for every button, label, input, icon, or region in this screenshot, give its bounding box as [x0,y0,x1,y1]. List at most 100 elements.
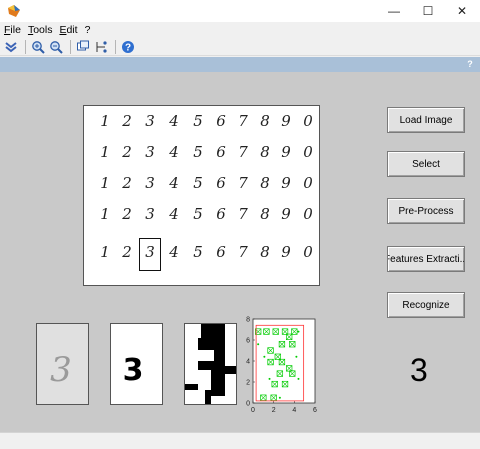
features-plot: 0 2 4 6 0 2 4 6 8 [240,314,322,432]
recognize-button[interactable]: Recognize [387,292,465,318]
digit-glyph: 3 [145,112,155,130]
svg-text:?: ? [125,42,131,53]
data-cursor-icon[interactable] [93,39,109,55]
digit-glyph: 2 [122,143,132,161]
digit-glyph: 1 [100,174,110,192]
digit-glyph: 6 [216,243,226,261]
digit-glyph: 5 [193,112,203,130]
digit-glyph: 1 [100,243,110,261]
binary-digit: 3 [123,353,144,388]
digit-glyph: 4 [169,174,179,192]
digit-glyph: 4 [169,112,179,130]
digit-glyph: 1 [100,112,110,130]
digit-glyph: 0 [303,243,313,261]
features-extraction-button[interactable]: Features Extracti... [387,246,465,272]
select-button[interactable]: Select [387,151,465,177]
zoom-in-icon[interactable] [30,39,46,55]
pixelated-digit-preview [184,323,237,405]
digit-image-panel[interactable]: 1 2 3 4 5 6 7 8 9 0 1 2 3 4 5 6 7 8 9 0 … [83,105,320,286]
help-strip: ? [0,57,480,72]
digit-glyph: 3 [145,174,155,192]
digit-glyph: 0 [303,143,313,161]
link-plot-icon[interactable] [75,39,91,55]
menu-help[interactable]: ? [85,22,91,38]
y-tick-label: 4 [246,359,250,366]
y-tick-label: 2 [246,380,250,387]
digit-glyph: 1 [100,143,110,161]
digit-glyph: 5 [193,143,203,161]
digit-glyph: 8 [260,112,270,130]
help-strip-question[interactable]: ? [465,59,475,69]
minimize-button[interactable]: — [377,0,411,22]
y-tick-label: 8 [246,317,250,324]
toolbar-separator [70,39,71,54]
digit-row: 1 2 3 4 5 6 7 8 9 0 [92,243,313,267]
toolbar-separator [115,39,116,54]
digit-glyph: 7 [238,243,248,261]
digit-glyph: 9 [281,205,291,223]
digit-glyph: 9 [281,112,291,130]
digit-glyph: 7 [238,143,248,161]
toolbar-separator [25,39,26,54]
digit-glyph: 7 [238,174,248,192]
digit-glyph: 6 [216,174,226,192]
help-icon[interactable]: ? [120,39,136,55]
digit-glyph: 9 [281,174,291,192]
load-image-button[interactable]: Load Image [387,107,465,133]
digit-glyph: 5 [193,174,203,192]
digit-glyph: 2 [122,205,132,223]
digit-glyph: 0 [303,174,313,192]
maximize-button[interactable]: ☐ [411,0,445,22]
menu-file[interactable]: File [4,22,21,38]
zoom-out-icon[interactable] [48,39,64,55]
menu-edit[interactable]: Edit [59,22,77,38]
grayscale-digit-preview: 3 [36,323,89,405]
digit-glyph: 7 [238,112,248,130]
digit-row: 1 2 3 4 5 6 7 8 9 0 [92,143,313,167]
digit-glyph: 9 [281,243,291,261]
digit-glyph: 4 [169,205,179,223]
x-tick-label: 0 [251,407,255,414]
digit-glyph: 8 [260,174,270,192]
feature-dot [297,377,300,380]
digit-glyph: 3 [145,143,155,161]
digit-glyph: 6 [216,112,226,130]
dock-icon[interactable] [3,39,19,55]
y-tick-label: 0 [246,401,250,408]
feature-dot [295,355,298,358]
digit-glyph: 8 [260,205,270,223]
status-bar [0,432,480,449]
menu-tools[interactable]: Tools [28,22,53,38]
grayscale-digit: 3 [50,350,72,390]
feature-dot [257,343,260,346]
matlab-figure-icon [7,4,21,18]
digit-row: 1 2 3 4 5 6 7 8 9 0 [92,174,313,198]
digit-glyph: 2 [122,243,132,261]
digit-glyph: 6 [216,205,226,223]
close-button[interactable]: ✕ [445,0,479,22]
digit-glyph: 0 [303,112,313,130]
recognized-digit: 3 [410,352,428,388]
feature-dot [268,377,271,380]
x-tick-label: 4 [292,407,296,414]
digit-row: 1 2 3 4 5 6 7 8 9 0 [92,112,313,136]
digit-glyph: 0 [303,205,313,223]
digit-row: 1 2 3 4 5 6 7 8 9 0 [92,205,313,229]
digit-glyph: 3 [145,205,155,223]
digit-glyph: 8 [260,243,270,261]
digit-glyph: 5 [193,205,203,223]
digit-glyph: 1 [100,205,110,223]
digit-glyph: 4 [169,243,179,261]
digit-glyph: 2 [122,112,132,130]
selection-rectangle[interactable] [139,238,161,271]
feature-dot [278,396,281,399]
digit-glyph: 8 [260,143,270,161]
pre-process-button[interactable]: Pre-Process [387,198,465,224]
binary-digit-preview: 3 [110,323,163,405]
title-bar: — ☐ ✕ [0,0,480,22]
digit-glyph: 7 [238,205,248,223]
plot-axes-box [252,318,316,404]
digit-glyph: 6 [216,143,226,161]
menu-bar: File Tools Edit ? [0,22,480,38]
y-tick-label: 6 [246,338,250,345]
